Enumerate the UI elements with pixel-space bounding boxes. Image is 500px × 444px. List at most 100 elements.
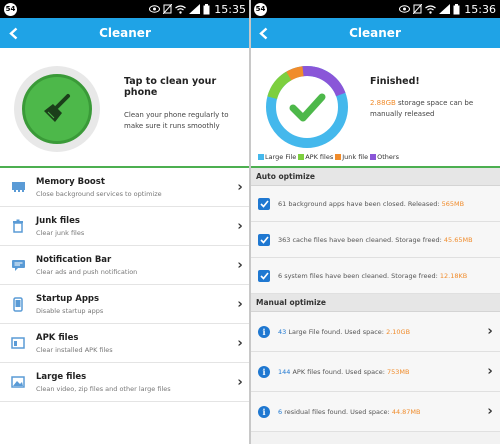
manual-item-large-files[interactable]: i 43 Large File found. Used space: 2.10G…	[250, 312, 500, 352]
clock: 15:35	[214, 2, 246, 16]
back-button[interactable]	[250, 18, 276, 48]
manual-item-residual-files[interactable]: i 6 residual files found. Used space: 44…	[250, 392, 500, 432]
item-subtitle: Disable startup apps	[36, 306, 104, 315]
legend-large: Large File	[265, 153, 297, 161]
app-bar: Cleaner	[0, 18, 250, 48]
item-title: APK files	[36, 332, 79, 343]
signal-icon	[439, 4, 451, 14]
freed-amount: 2.88GB	[370, 99, 396, 107]
chevron-right-icon: ›	[237, 218, 243, 234]
notification-badge: 54	[4, 2, 17, 16]
auto-item-text: 61 background apps have been closed. Rel…	[278, 199, 442, 208]
item-title: Memory Boost	[36, 176, 105, 187]
list-item-large-files[interactable]: Large files Clean video, zip files and o…	[0, 363, 250, 402]
checkbox-checked[interactable]	[258, 233, 270, 246]
storage-legend: Large File APK files Junk file Others	[258, 153, 399, 161]
auto-item-text: 6 system files have been cleaned. Storag…	[278, 271, 440, 280]
apk-icon	[11, 337, 25, 349]
wifi-icon	[425, 4, 437, 14]
eye-icon	[149, 5, 161, 13]
legend-apk: APK files	[305, 153, 334, 161]
manual-item-apk-files[interactable]: i 144 APK files found. Used space: 753MB…	[250, 352, 500, 392]
check-icon	[259, 235, 269, 244]
chevron-right-icon: ›	[237, 296, 243, 312]
auto-item-system-files[interactable]: 6 system files have been cleaned. Storag…	[250, 258, 500, 294]
manual-optimize-header: Manual optimize	[250, 294, 500, 312]
freed-message: 2.88GB storage space can be manually rel…	[370, 98, 495, 120]
auto-item-cache-files[interactable]: 363 cache files have been cleaned. Stora…	[250, 222, 500, 258]
notification-icon	[11, 259, 25, 271]
eye-icon	[399, 5, 411, 13]
clean-button[interactable]	[22, 74, 92, 144]
back-button[interactable]	[0, 18, 26, 48]
hero-description: Clean your phone regularly to make sure …	[124, 111, 229, 130]
item-title: Startup Apps	[36, 293, 100, 304]
panel-divider	[249, 0, 251, 444]
item-subtitle: Clear ads and push notification	[36, 267, 138, 276]
no-sim-icon	[163, 4, 173, 14]
checkbox-checked[interactable]	[258, 197, 270, 210]
auto-item-background-apps[interactable]: 61 background apps have been closed. Rel…	[250, 186, 500, 222]
manual-item-text: residual files found. Used space:	[282, 407, 392, 416]
phone-icon	[13, 296, 23, 312]
check-icon	[259, 199, 269, 208]
auto-optimize-header: Auto optimize	[250, 168, 500, 186]
storage-ring-chart	[266, 66, 348, 148]
battery-icon	[203, 3, 210, 14]
manual-item-text: Large File found. Used space:	[286, 327, 387, 336]
item-subtitle: Clear junk files	[36, 228, 85, 237]
chevron-right-icon: ›	[487, 364, 493, 379]
check-icon	[259, 271, 269, 280]
screen-comparison: 54 15:35 Cleaner Tap to clean your phone…	[0, 0, 500, 444]
info-icon: i	[258, 365, 270, 378]
chevron-right-icon: ›	[237, 374, 243, 390]
chevron-right-icon: ›	[487, 404, 493, 419]
app-bar: Cleaner	[250, 18, 500, 48]
status-bar: 54 15:36	[250, 0, 500, 18]
clean-button-ring	[14, 66, 100, 152]
auto-item-amount: 45.65MB	[443, 235, 473, 244]
battery-icon	[453, 3, 460, 14]
no-sim-icon	[413, 4, 423, 14]
legend-swatch-others	[370, 154, 377, 160]
chevron-right-icon: ›	[237, 179, 243, 195]
legend-others: Others	[377, 153, 399, 161]
legend-swatch-large	[258, 154, 264, 160]
list-item-memory-boost[interactable]: Memory Boost Close background services t…	[0, 168, 250, 207]
manual-item-amount: 44.87MB	[391, 407, 421, 416]
notification-badge: 54	[254, 2, 267, 16]
broom-icon	[44, 94, 70, 122]
item-subtitle: Clean video, zip files and other large f…	[36, 384, 171, 393]
chevron-left-icon	[8, 27, 17, 39]
manual-item-amount: 2.10GB	[386, 327, 411, 336]
item-title: Junk files	[36, 215, 80, 226]
chevron-right-icon: ›	[487, 324, 493, 339]
memory-icon	[11, 182, 25, 192]
list-item-apk-files[interactable]: APK files Clear installed APK files ›	[0, 324, 250, 363]
cleaner-result-panel: 54 15:36 Cleaner Finished! 2.88GB storag…	[250, 0, 500, 444]
manual-item-text: APK files found. Used space:	[290, 367, 387, 376]
item-subtitle: Clear installed APK files	[36, 345, 113, 354]
clock: 15:36	[464, 2, 496, 16]
image-icon	[11, 376, 25, 388]
page-title: Cleaner	[99, 26, 151, 40]
checkbox-checked[interactable]	[258, 269, 270, 282]
list-item-notification-bar[interactable]: Notification Bar Clear ads and push noti…	[0, 246, 250, 285]
manual-item-count: 144	[278, 367, 291, 376]
manual-item-amount: 753MB	[386, 367, 410, 376]
finished-title: Finished!	[370, 76, 420, 87]
page-title: Cleaner	[349, 26, 401, 40]
signal-icon	[189, 4, 201, 14]
result-hero: Finished! 2.88GB storage space can be ma…	[250, 48, 500, 168]
legend-swatch-junk	[335, 154, 342, 160]
item-title: Notification Bar	[36, 254, 112, 265]
list-item-startup-apps[interactable]: Startup Apps Disable startup apps ›	[0, 285, 250, 324]
list-item-junk-files[interactable]: Junk files Clear junk files ›	[0, 207, 250, 246]
wifi-icon	[175, 4, 187, 14]
status-bar: 54 15:35	[0, 0, 250, 18]
chevron-right-icon: ›	[237, 257, 243, 273]
auto-item-amount: 565MB	[441, 199, 465, 208]
cleaner-home-panel: 54 15:35 Cleaner Tap to clean your phone…	[0, 0, 250, 444]
item-title: Large files	[36, 371, 87, 382]
info-icon: i	[258, 325, 270, 338]
